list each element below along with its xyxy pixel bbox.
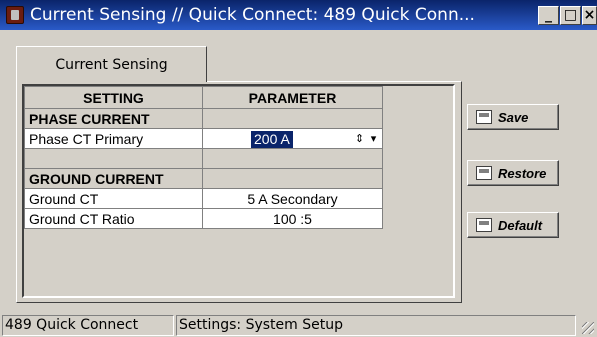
resize-grip-icon[interactable] [582,322,594,334]
spacer-row [24,148,383,169]
window-title: Current Sensing // Quick Connect: 489 Qu… [30,5,475,25]
settings-grid: SETTING PARAMETER PHASE CURRENT Phase CT… [22,84,455,298]
ground-ct-value[interactable]: 5 A Secondary [202,188,383,209]
restore-icon [476,166,492,180]
ground-ct-ratio-value[interactable]: 100 :5 [202,208,383,229]
spin-control[interactable]: ⇕ ▾ [353,131,380,147]
tab-current-sensing[interactable]: Current Sensing [16,46,207,82]
setting-label-ground-ct: Ground CT [24,188,203,209]
title-bar[interactable]: Current Sensing // Quick Connect: 489 Qu… [0,0,597,30]
app-icon[interactable] [6,6,24,24]
empty-cell [24,148,203,169]
section-label-phase-current: PHASE CURRENT [24,108,203,129]
save-icon [476,110,492,124]
default-label: Default [498,217,543,233]
save-button[interactable]: Save [467,104,559,130]
section-empty-cell [202,108,383,129]
close-button[interactable]: × [582,6,597,25]
minimize-button[interactable]: _ [538,6,559,25]
status-bar: 489 Quick Connect Settings: System Setup [0,313,597,337]
setting-label-phase-ct-primary: Phase CT Primary [24,128,203,149]
empty-cell [202,148,383,169]
phase-ct-primary-value[interactable]: 200 A [251,131,293,148]
section-label-ground-current: GROUND CURRENT [24,168,203,189]
section-row-ground: GROUND CURRENT [24,168,383,189]
default-button[interactable]: Default [467,212,559,238]
status-device: 489 Quick Connect [2,315,174,336]
table-row[interactable]: Ground CT Ratio 100 :5 [24,208,383,229]
settings-table: SETTING PARAMETER PHASE CURRENT Phase CT… [24,86,383,229]
maximize-button[interactable]: □ [560,6,581,25]
status-info: Settings: System Setup [176,315,576,336]
column-header-setting: SETTING [24,86,203,109]
section-empty-cell [202,168,383,189]
column-header-parameter: PARAMETER [202,86,383,109]
header-row: SETTING PARAMETER [24,86,383,109]
default-icon [476,218,492,232]
table-row[interactable]: Phase CT Primary 200 A ⇕ ▾ [24,128,383,149]
phase-ct-primary-editor[interactable]: 200 A ⇕ ▾ [202,128,383,149]
table-row[interactable]: Ground CT 5 A Secondary [24,188,383,209]
restore-label: Restore [498,165,547,181]
restore-button[interactable]: Restore [467,160,559,186]
dropdown-arrow-icon[interactable]: ▾ [367,131,380,147]
spin-up-down-icon[interactable]: ⇕ [353,131,366,147]
save-label: Save [498,109,529,125]
setting-label-ground-ct-ratio: Ground CT Ratio [24,208,203,229]
section-row-phase: PHASE CURRENT [24,108,383,129]
